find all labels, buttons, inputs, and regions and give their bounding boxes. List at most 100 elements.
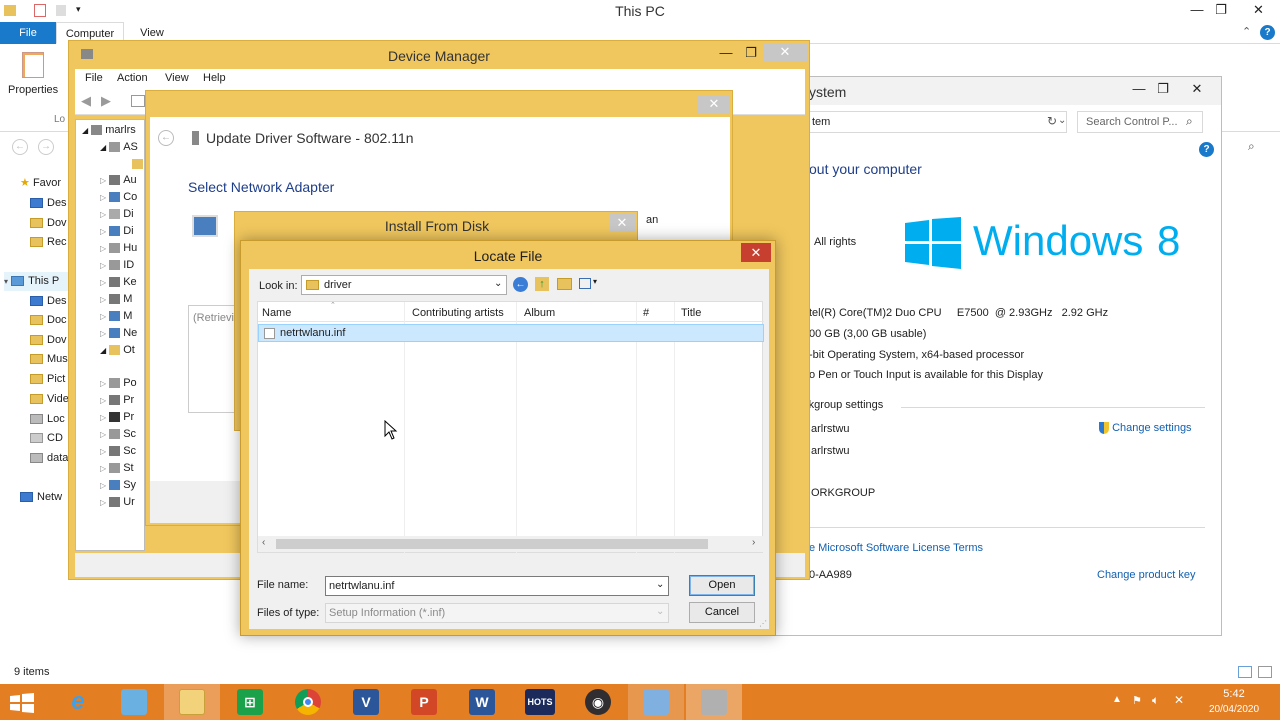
column-album[interactable]: Album xyxy=(524,307,555,319)
horizontal-scrollbar[interactable]: ‹ › xyxy=(258,536,764,552)
taskbar-chrome[interactable] xyxy=(280,684,336,720)
tree-item[interactable]: ◢ AS xyxy=(100,139,138,156)
tree-item[interactable]: ▷ Au xyxy=(100,172,137,189)
system-address-bar[interactable]: tem ⌄ xyxy=(801,111,1067,133)
column-title[interactable]: Title xyxy=(681,307,701,319)
tree-item[interactable]: ▷ Co xyxy=(100,189,137,206)
help-icon[interactable]: ? xyxy=(1260,25,1275,40)
taskbar-device-manager[interactable] xyxy=(686,684,742,720)
tree-item[interactable]: ▷ St xyxy=(100,460,134,477)
taskbar-visio[interactable]: V xyxy=(338,684,394,720)
properties-small-icon[interactable] xyxy=(34,4,46,17)
nav-item[interactable]: Des xyxy=(30,292,67,311)
forward-arrow-icon[interactable]: ▶ xyxy=(101,93,111,109)
explorer-search-icon[interactable]: ⌕ xyxy=(1248,139,1255,154)
search-icon[interactable]: ⌕ xyxy=(1186,114,1193,129)
tree-item[interactable]: ▷ Sy xyxy=(100,477,136,494)
tree-item[interactable]: ▷ Ne xyxy=(100,325,137,342)
tree-item[interactable]: ▷ ID xyxy=(100,257,134,274)
tree-root[interactable]: ◢ marlrs xyxy=(82,122,136,139)
tree-item[interactable]: ▷ Pr xyxy=(100,392,134,409)
tree-item[interactable]: ▷ Di xyxy=(100,223,134,240)
locate-file-close-button[interactable]: ✕ xyxy=(741,243,771,262)
ribbon-collapse-icon[interactable]: ⌃ xyxy=(1242,25,1251,38)
nav-item[interactable]: Pict xyxy=(30,370,65,389)
chevron-down-icon[interactable]: ⌄ xyxy=(1058,115,1066,126)
update-driver-close-button[interactable]: ✕ xyxy=(698,95,730,113)
tree-item[interactable]: ▷ Hu xyxy=(100,240,137,257)
file-row[interactable]: netrtwlanu.inf xyxy=(258,324,764,342)
tree-item[interactable] xyxy=(132,156,146,173)
taskbar-word[interactable]: W xyxy=(454,684,510,720)
device-manager-minimize-button[interactable]: — xyxy=(712,43,740,63)
nav-item[interactable]: Mus xyxy=(30,350,68,369)
tree-item[interactable]: ▷ M xyxy=(100,308,132,325)
menu-action[interactable]: Action xyxy=(117,72,148,84)
back-arrow-icon[interactable]: ◀ xyxy=(81,93,91,109)
large-icons-view-icon[interactable] xyxy=(1258,666,1272,678)
show-hide-tree-icon[interactable] xyxy=(131,95,145,107)
nav-item[interactable]: Rec xyxy=(30,233,67,252)
details-view-icon[interactable] xyxy=(1238,666,1252,678)
column-name[interactable]: Name xyxy=(262,307,291,319)
taskbar-control-panel[interactable] xyxy=(628,684,684,720)
chevron-down-icon[interactable]: ⌄ xyxy=(494,278,502,289)
taskbar-store[interactable]: ⊞ xyxy=(222,684,278,720)
new-folder-small-icon[interactable] xyxy=(56,5,66,16)
menu-view[interactable]: View xyxy=(165,72,189,84)
forward-arrow-icon[interactable]: → xyxy=(38,139,54,155)
clock-date[interactable]: 20/04/2020 xyxy=(1204,704,1264,715)
show-hidden-icons-icon[interactable]: ▲ xyxy=(1112,694,1122,705)
nav-item[interactable]: Loc xyxy=(30,410,65,429)
system-close-button[interactable]: ✕ xyxy=(1175,79,1219,99)
device-manager-close-button[interactable]: ✕ xyxy=(763,43,807,61)
change-settings-link[interactable]: Change settings xyxy=(1099,422,1192,435)
view-menu-icon[interactable]: ▾ xyxy=(579,277,601,291)
file-list[interactable]: Name ⌃ Contributing artists Album # Titl… xyxy=(257,301,764,554)
control-panel-search[interactable]: Search Control P... ⌕ xyxy=(1077,111,1203,133)
resize-grip-icon[interactable]: ⋰ xyxy=(759,619,767,628)
adapter-list-box[interactable]: (Retrievi xyxy=(188,305,236,413)
scroll-left-icon[interactable]: ‹ xyxy=(262,537,265,548)
scrollbar-thumb[interactable] xyxy=(276,539,708,549)
taskbar-app-blue[interactable] xyxy=(106,684,162,720)
tree-item[interactable]: ▷ Pr xyxy=(100,409,134,426)
column-number[interactable]: # xyxy=(643,307,649,319)
taskbar-powerpoint[interactable]: P xyxy=(396,684,452,720)
tree-item[interactable]: ▷ Sc xyxy=(100,443,136,460)
file-name-combobox[interactable]: netrtwlanu.inf ⌄ xyxy=(325,576,669,596)
volume-icon[interactable]: 🔈︎ xyxy=(1152,693,1159,708)
back-arrow-icon[interactable]: ← xyxy=(158,130,174,146)
taskbar-hots[interactable]: HOTS xyxy=(512,684,568,720)
up-folder-icon[interactable]: ↑ xyxy=(535,277,549,291)
nav-item[interactable]: CD xyxy=(30,429,63,448)
column-contributing-artists[interactable]: Contributing artists xyxy=(412,307,504,319)
license-link[interactable]: e Microsoft Software License Terms xyxy=(809,542,983,554)
start-button[interactable] xyxy=(8,692,38,714)
chevron-down-icon[interactable]: ▾ xyxy=(76,4,81,15)
tree-item[interactable]: ◢ Ot xyxy=(100,342,135,359)
nav-item[interactable]: Dov xyxy=(30,214,67,233)
nav-item[interactable]: Dov xyxy=(30,331,67,350)
chevron-down-icon[interactable]: ⌄ xyxy=(656,579,664,590)
tree-item[interactable]: ▷ M xyxy=(100,291,132,308)
action-center-icon[interactable]: ⚑ xyxy=(1132,694,1142,707)
scroll-right-icon[interactable]: › xyxy=(752,537,755,548)
menu-help[interactable]: Help xyxy=(203,72,226,84)
back-arrow-icon[interactable]: ← xyxy=(12,139,28,155)
explorer-close-button[interactable]: ✕ xyxy=(1237,0,1280,20)
system-maximize-button[interactable]: ❐ xyxy=(1149,79,1177,99)
open-button[interactable]: Open xyxy=(689,575,755,596)
explorer-maximize-button[interactable]: ❐ xyxy=(1207,0,1235,20)
quick-access-toolbar[interactable]: ▾ xyxy=(4,4,84,18)
tree-item[interactable]: ▷ Ur xyxy=(100,494,135,511)
device-manager-maximize-button[interactable]: ❐ xyxy=(737,43,765,63)
tree-item[interactable]: ▷ Po xyxy=(100,375,137,392)
taskbar-obs[interactable]: ◉ xyxy=(570,684,626,720)
nav-favorites[interactable]: ★ Favor xyxy=(20,174,61,193)
help-icon[interactable]: ? xyxy=(1199,142,1214,157)
nav-item[interactable]: Des xyxy=(30,194,67,213)
taskbar-internet-explorer[interactable]: e xyxy=(50,684,106,720)
nav-item[interactable]: data xyxy=(30,449,68,468)
nav-network[interactable]: Netw xyxy=(20,488,62,507)
